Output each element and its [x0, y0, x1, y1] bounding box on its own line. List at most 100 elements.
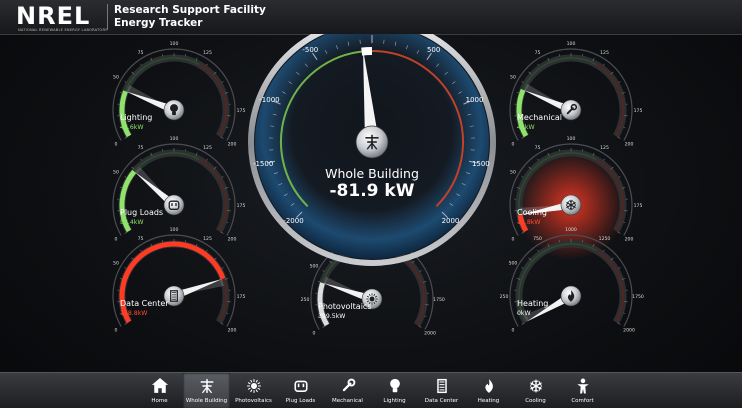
gauge-tick	[206, 63, 208, 66]
gauge-tick	[140, 249, 142, 252]
gauge-label: Lighting	[120, 113, 152, 122]
logo-subtitle: NATIONAL RENEWABLE ENERGY LABORATORY	[18, 28, 108, 32]
gauge-tick-label: 500	[509, 260, 518, 266]
gauge-tick-label: 175	[634, 203, 643, 209]
nav-item-mechanical[interactable]: Mechanical	[324, 373, 371, 408]
gauge-tick-label: 75	[138, 236, 144, 242]
gauge-tick-label: 500	[310, 263, 319, 269]
gauge-label: Plug Loads	[120, 208, 163, 217]
gauge-heating[interactable]: 02505007501000125017502000Heating0kW	[500, 227, 644, 333]
gauge-tick-label: 125	[203, 145, 212, 151]
gauge-tick-label: 1000	[565, 227, 577, 233]
nav-item-label: Whole Building	[185, 398, 228, 404]
gauge-tick	[603, 249, 605, 252]
person-icon	[576, 378, 589, 394]
gauge-tick-label: 100	[170, 227, 179, 233]
whole-building-tick-label: 1000	[466, 96, 484, 104]
power-line-icon	[200, 379, 213, 394]
gauge-tick-label: 50	[113, 260, 119, 266]
gauge-tick-label: 50	[113, 74, 119, 80]
gauge-tick	[206, 249, 208, 252]
sun-icon	[246, 379, 261, 393]
gauge-value: 15.8kW	[517, 219, 540, 226]
gauge-label: Photovoltaics	[318, 302, 372, 311]
nav-item-comfort[interactable]: Comfort	[559, 373, 606, 408]
gauge-tick-label: 175	[237, 203, 246, 209]
gauge-tick-label: 125	[203, 236, 212, 242]
nav-item-label: Comfort	[571, 398, 594, 404]
gauge-value: 158.8kW	[120, 310, 147, 317]
gauge-value: 42.6kW	[120, 124, 143, 131]
gauge-label: Data Center	[120, 299, 169, 308]
gauge-tick-label: 0	[313, 330, 316, 336]
whole-building-tick-label: -1000	[259, 96, 279, 104]
nav-item-cooling[interactable]: Cooling	[512, 373, 559, 408]
whole-building-value: -81.9 kW	[330, 181, 415, 201]
gauge-track	[515, 54, 627, 138]
gauge-mechanical[interactable]: 0 50 75 100 125 175 200 Mechanical 44kW	[509, 41, 642, 148]
nav-item-label: Cooling	[525, 398, 546, 404]
gauge-tick-label: 200	[625, 141, 634, 147]
gauge-tick-label: 2000	[623, 327, 635, 333]
gauge-tick	[603, 158, 605, 161]
whole-building-tick-label: 0	[370, 34, 374, 36]
energy-tracker-app: NREL NATIONAL RENEWABLE ENERGY LABORATOR…	[0, 0, 742, 408]
gauge-tick-label: 75	[138, 50, 144, 56]
gauge-label: Cooling	[517, 208, 547, 217]
nav-item-label: Mechanical	[332, 398, 363, 404]
gauge-lighting[interactable]: 0 50 75 100 125 175 200 Lighting 42.6kW	[112, 41, 246, 148]
page-title-line1: Research Support Facility	[114, 4, 266, 16]
gauge-tick	[140, 63, 142, 66]
nav-item-photovoltaics[interactable]: Photovoltaics	[230, 373, 277, 408]
nav-item-label: Home	[151, 398, 168, 404]
gauge-tick-label: 125	[203, 50, 212, 56]
gauge-tick-label: 75	[138, 145, 144, 151]
nav-item-label: Photovoltaics	[235, 398, 272, 404]
gauge-tick	[140, 158, 142, 161]
page-title: Research Support Facility Energy Tracker	[114, 4, 266, 29]
nav-item-label: Data Center	[424, 398, 459, 404]
nav-item-label: Heating	[477, 398, 500, 404]
gauge-tick-label: 175	[237, 108, 246, 114]
whole-building-label: Whole Building	[325, 166, 419, 181]
nav-item-lighting[interactable]: Lighting	[371, 373, 418, 408]
gauge-tick-label: 50	[113, 169, 119, 175]
gauge-tick-label: 75	[535, 145, 541, 151]
gauge-tick-label: 75	[535, 50, 541, 56]
gauge-tick-label: 2000	[424, 330, 436, 336]
gauge-plug-loads[interactable]: 0 50 75 100 125 175 200 Plug Loads 58.4kW	[112, 136, 246, 243]
nav-item-whole-building[interactable]: Whole Building	[183, 373, 230, 408]
whole-building-tick-label: -2000	[283, 217, 303, 225]
gauge-tick-label: 200	[228, 236, 237, 242]
gauge-tick	[537, 158, 539, 161]
gauge-tick	[206, 158, 208, 161]
gauge-tick-label: 100	[170, 136, 179, 142]
gauge-value: 44kW	[517, 124, 535, 131]
gauge-tick-label: 175	[237, 294, 246, 300]
gauge-value: 0kW	[517, 310, 531, 317]
gauge-tick-label: 200	[228, 327, 237, 333]
gauge-tick-label: 0	[512, 236, 515, 242]
gauge-whole-building[interactable]: -2000 -1500 -1000 -500 0 500 1000 1500 2000 Whole…	[248, 34, 496, 266]
gauge-data-center[interactable]: 0 50 75 100 125 175 200 Data Center 158.8kW	[112, 227, 246, 333]
gauge-tick-label: 50	[510, 74, 516, 80]
nav-item-heating[interactable]: Heating	[465, 373, 512, 408]
whole-building-tick-label: -500	[302, 46, 318, 54]
gauge-tick-label: 750	[533, 236, 542, 242]
nav-items: Home Whole Building Photovoltaics Plug Load…	[136, 373, 606, 408]
gauge-tick-label: 50	[510, 169, 516, 175]
gauge-label: Heating	[517, 299, 548, 308]
lightbulb-icon	[389, 378, 400, 393]
snowflake-icon	[529, 379, 542, 393]
nav-item-plug-loads[interactable]: Plug Loads	[277, 373, 324, 408]
nrel-logo[interactable]: NREL NATIONAL RENEWABLE ENERGY LABORATOR…	[8, 3, 108, 32]
page-title-line2: Energy Tracker	[114, 16, 203, 29]
gauge-tick-label: 0	[115, 236, 118, 242]
gauge-hub	[163, 194, 185, 216]
gauge-tick	[603, 63, 605, 66]
nav-item-label: Lighting	[383, 398, 406, 404]
nav-item-data-center[interactable]: Data Center	[418, 373, 465, 408]
nav-item-home[interactable]: Home	[136, 373, 183, 408]
gauge-tick-label: 200	[625, 236, 634, 242]
flame-icon	[484, 379, 493, 393]
